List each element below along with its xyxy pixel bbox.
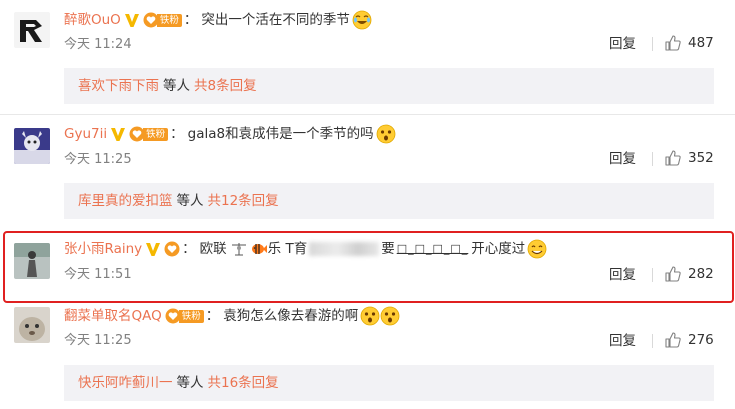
reply-button[interactable]: 回复	[609, 151, 636, 167]
thumbs-up-icon	[665, 150, 681, 166]
reply-button[interactable]: 回复	[609, 333, 636, 349]
like-count: 487	[688, 35, 714, 51]
fan-badge[interactable]: 铁粉	[129, 126, 169, 142]
reply-button[interactable]: 回复	[609, 36, 636, 52]
fan-badge[interactable]: 铁粉	[143, 12, 182, 28]
colon: ：	[183, 12, 198, 28]
fan-badge-label: 铁粉	[156, 13, 182, 27]
timestamp: 今天 11:25	[64, 333, 132, 348]
sub-reply-summary: 喜欢下雨下雨 等人 共8条回复	[64, 68, 714, 104]
sub-reply-summary: 库里真的爱扣篮 等人 共12条回复	[64, 183, 714, 219]
comment-header: 翻菜单取名QAQ 铁粉 ： 袁狗怎么像去春游的啊	[64, 306, 400, 326]
timestamp: 今天 11:25	[64, 152, 132, 167]
view-all-replies-link[interactable]: 共8条回复	[194, 78, 257, 94]
comment-header: Gyu7ii 铁粉 ： gala8和袁成伟是一个季节的吗	[64, 124, 396, 144]
sub-reply-others: 等人	[163, 78, 190, 94]
shocked-emoji-icon	[360, 306, 380, 326]
comment-text: gala8和袁成伟是一个季节的吗	[187, 126, 374, 142]
comment-header: 醉歌OuO 铁粉 ： 突出一个活在不同的季节	[64, 10, 372, 30]
sub-reply-user-link[interactable]: 库里真的爱扣篮	[78, 193, 173, 209]
comment-text: 袁狗怎么像去春游的啊	[223, 308, 359, 324]
avatar[interactable]	[14, 307, 50, 343]
divider	[652, 152, 653, 166]
sub-reply-others: 等人	[176, 193, 204, 209]
comment-text: 突出一个活在不同的季节	[201, 12, 350, 28]
username-link[interactable]: 醉歌OuO	[64, 11, 121, 29]
view-all-replies-link[interactable]: 共16条回复	[208, 375, 279, 391]
verified-v-icon	[124, 14, 139, 27]
fan-badge-label: 铁粉	[178, 309, 204, 323]
sub-reply-others: 等人	[176, 375, 204, 391]
username-link[interactable]: 翻菜单取名QAQ	[64, 307, 162, 325]
verified-v-icon	[111, 128, 126, 141]
like-button[interactable]: 487	[664, 34, 714, 52]
like-button[interactable]: 276	[664, 331, 714, 349]
thumbs-up-icon	[665, 332, 681, 348]
fan-badge-label: 铁粉	[143, 127, 169, 141]
avatar[interactable]	[14, 12, 50, 48]
thumbs-up-icon	[665, 35, 681, 51]
sub-reply-user-link[interactable]: 喜欢下雨下雨	[78, 78, 159, 94]
divider	[652, 334, 653, 348]
divider	[0, 114, 735, 115]
fan-badge[interactable]: 铁粉	[165, 308, 204, 324]
colon: ：	[170, 126, 184, 142]
colon: ：	[205, 308, 220, 324]
sub-reply-summary: 快乐阿咋蓟川一 等人 共16条回复	[64, 365, 714, 401]
like-count: 276	[688, 332, 714, 348]
like-button[interactable]: 352	[664, 149, 714, 167]
timestamp: 今天 11:24	[64, 37, 132, 52]
shocked-emoji-icon	[380, 306, 400, 326]
view-all-replies-link[interactable]: 共12条回复	[208, 193, 279, 209]
avatar[interactable]	[14, 128, 50, 164]
highlight-box	[3, 231, 734, 303]
username-link[interactable]: Gyu7ii	[64, 125, 107, 143]
like-count: 352	[688, 150, 714, 166]
shocked-emoji-icon	[376, 124, 395, 144]
sub-reply-user-link[interactable]: 快乐阿咋蓟川一	[78, 375, 173, 391]
divider	[652, 37, 653, 51]
laugh-cry-emoji-icon	[352, 10, 372, 30]
